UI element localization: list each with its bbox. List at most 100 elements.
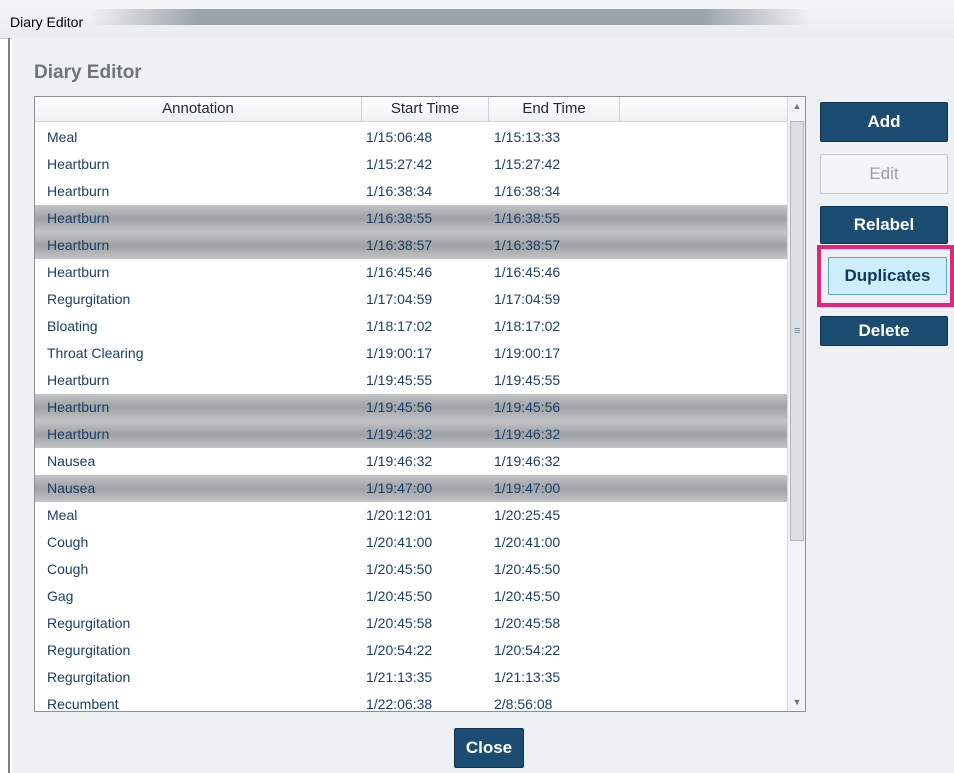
annotation-cell: Meal: [47, 129, 78, 145]
start-time-cell: 1/19:45:55: [366, 372, 433, 388]
annotation-cell: Gag: [47, 588, 74, 604]
start-time-cell: 1/20:41:00: [366, 534, 433, 550]
table-row[interactable]: Regurgitation 1/20:45:58 1/20:45:58: [35, 610, 787, 637]
start-time-cell: 1/20:12:01: [366, 507, 433, 523]
start-time-cell: 1/19:00:17: [366, 345, 433, 361]
close-button[interactable]: Close: [454, 728, 524, 768]
start-time-cell: 1/20:45:58: [366, 615, 433, 631]
annotation-cell: Heartburn: [47, 426, 110, 442]
column-header-annotation[interactable]: Annotation: [35, 97, 362, 121]
end-time-cell: 1/19:45:56: [494, 399, 561, 415]
start-time-cell: 1/16:38:55: [366, 210, 433, 226]
start-time-cell: 1/18:17:02: [366, 318, 433, 334]
table-row[interactable]: Regurgitation 1/21:13:35 1/21:13:35: [35, 664, 787, 691]
annotation-cell: Recumbent: [47, 696, 119, 712]
start-time-cell: 1/16:38:34: [366, 183, 433, 199]
annotation-cell: Regurgitation: [47, 615, 131, 631]
delete-button[interactable]: Delete: [820, 316, 948, 346]
window-title: Diary Editor: [10, 14, 84, 30]
end-time-cell: 1/20:45:50: [494, 561, 561, 577]
end-time-cell: 1/20:25:45: [494, 507, 561, 523]
table-row[interactable]: Meal 1/15:06:48 1/15:13:33: [35, 124, 787, 151]
end-time-cell: 1/16:45:46: [494, 264, 561, 280]
table-row[interactable]: Cough 1/20:41:00 1/20:41:00: [35, 529, 787, 556]
annotation-cell: Nausea: [47, 480, 96, 496]
title-bar: Diary Editor: [0, 0, 954, 39]
scroll-up-arrow-icon[interactable]: ▲: [788, 97, 805, 115]
column-header-end-time[interactable]: End Time: [489, 97, 620, 121]
table-row[interactable]: Gag 1/20:45:50 1/20:45:50: [35, 583, 787, 610]
annotation-cell: Throat Clearing: [47, 345, 144, 361]
table-row[interactable]: Heartburn 1/19:45:55 1/19:45:55: [35, 367, 787, 394]
annotation-cell: Heartburn: [47, 183, 110, 199]
vertical-scrollbar[interactable]: ▲ ≡ ▼: [787, 97, 805, 711]
table-row[interactable]: Regurgitation 1/17:04:59 1/17:04:59: [35, 286, 787, 313]
grip-icon: ≡: [794, 325, 801, 337]
start-time-cell: 1/16:38:57: [366, 237, 433, 253]
edit-button[interactable]: Edit: [820, 154, 948, 194]
relabel-button[interactable]: Relabel: [820, 206, 948, 244]
start-time-cell: 1/19:46:32: [366, 426, 433, 442]
table-row[interactable]: Regurgitation 1/20:54:22 1/20:54:22: [35, 637, 787, 664]
annotation-cell: Regurgitation: [47, 642, 131, 658]
duplicates-button[interactable]: Duplicates: [828, 257, 947, 295]
table-row[interactable]: Heartburn 1/16:38:57 1/16:38:57: [35, 232, 787, 259]
start-time-cell: 1/20:45:50: [366, 561, 433, 577]
table-row[interactable]: Heartburn 1/16:45:46 1/16:45:46: [35, 259, 787, 286]
end-time-cell: 1/19:47:00: [494, 480, 561, 496]
table-header: Annotation Start Time End Time: [35, 97, 787, 122]
table-row[interactable]: Recumbent 1/22:06:38 2/8:56:08: [35, 691, 787, 712]
end-time-cell: 1/16:38:34: [494, 183, 561, 199]
table-row[interactable]: Nausea 1/19:47:00 1/19:47:00: [35, 475, 787, 502]
table-row[interactable]: Cough 1/20:45:50 1/20:45:50: [35, 556, 787, 583]
start-time-cell: 1/22:06:38: [366, 696, 433, 712]
end-time-cell: 1/20:54:22: [494, 642, 561, 658]
end-time-cell: 1/16:38:57: [494, 237, 561, 253]
window-frame-edge: [8, 38, 10, 773]
start-time-cell: 1/17:04:59: [366, 291, 433, 307]
title-bar-decoration: [90, 9, 810, 25]
end-time-cell: 1/20:45:58: [494, 615, 561, 631]
start-time-cell: 1/19:47:00: [366, 480, 433, 496]
annotation-table[interactable]: Annotation Start Time End Time Meal 1/15:…: [34, 96, 806, 712]
table-row[interactable]: Heartburn 1/15:27:42 1/15:27:42: [35, 151, 787, 178]
end-time-cell: 1/21:13:35: [494, 669, 561, 685]
end-time-cell: 1/19:00:17: [494, 345, 561, 361]
table-row[interactable]: Heartburn 1/16:38:34 1/16:38:34: [35, 178, 787, 205]
end-time-cell: 1/17:04:59: [494, 291, 561, 307]
start-time-cell: 1/16:45:46: [366, 264, 433, 280]
table-row[interactable]: Heartburn 1/16:38:55 1/16:38:55: [35, 205, 787, 232]
annotation-cell: Heartburn: [47, 399, 110, 415]
annotation-cell: Heartburn: [47, 264, 110, 280]
annotation-cell: Cough: [47, 534, 89, 550]
table-row[interactable]: Throat Clearing 1/19:00:17 1/19:00:17: [35, 340, 787, 367]
start-time-cell: 1/20:54:22: [366, 642, 433, 658]
add-button[interactable]: Add: [820, 102, 948, 142]
table-row[interactable]: Meal 1/20:12:01 1/20:25:45: [35, 502, 787, 529]
annotation-cell: Regurgitation: [47, 669, 131, 685]
end-time-cell: 1/15:13:33: [494, 129, 561, 145]
annotation-cell: Nausea: [47, 453, 96, 469]
table-row[interactable]: Heartburn 1/19:46:32 1/19:46:32: [35, 421, 787, 448]
start-time-cell: 1/20:45:50: [366, 588, 433, 604]
diary-editor-dialog: Diary Editor Annotation Start Time End T…: [12, 38, 954, 773]
end-time-cell: 1/15:27:42: [494, 156, 561, 172]
end-time-cell: 1/16:38:55: [494, 210, 561, 226]
end-time-cell: 1/20:45:50: [494, 588, 561, 604]
start-time-cell: 1/15:27:42: [366, 156, 433, 172]
end-time-cell: 1/19:45:55: [494, 372, 561, 388]
start-time-cell: 1/15:06:48: [366, 129, 433, 145]
annotation-cell: Heartburn: [47, 237, 110, 253]
start-time-cell: 1/19:46:32: [366, 453, 433, 469]
end-time-cell: 2/8:56:08: [494, 696, 553, 712]
scroll-thumb[interactable]: ≡: [790, 121, 804, 541]
column-header-start-time[interactable]: Start Time: [362, 97, 489, 121]
end-time-cell: 1/19:46:32: [494, 453, 561, 469]
end-time-cell: 1/18:17:02: [494, 318, 561, 334]
table-row[interactable]: Nausea 1/19:46:32 1/19:46:32: [35, 448, 787, 475]
end-time-cell: 1/19:46:32: [494, 426, 561, 442]
table-row[interactable]: Bloating 1/18:17:02 1/18:17:02: [35, 313, 787, 340]
annotation-cell: Heartburn: [47, 156, 110, 172]
table-row[interactable]: Heartburn 1/19:45:56 1/19:45:56: [35, 394, 787, 421]
scroll-down-arrow-icon[interactable]: ▼: [788, 693, 805, 711]
